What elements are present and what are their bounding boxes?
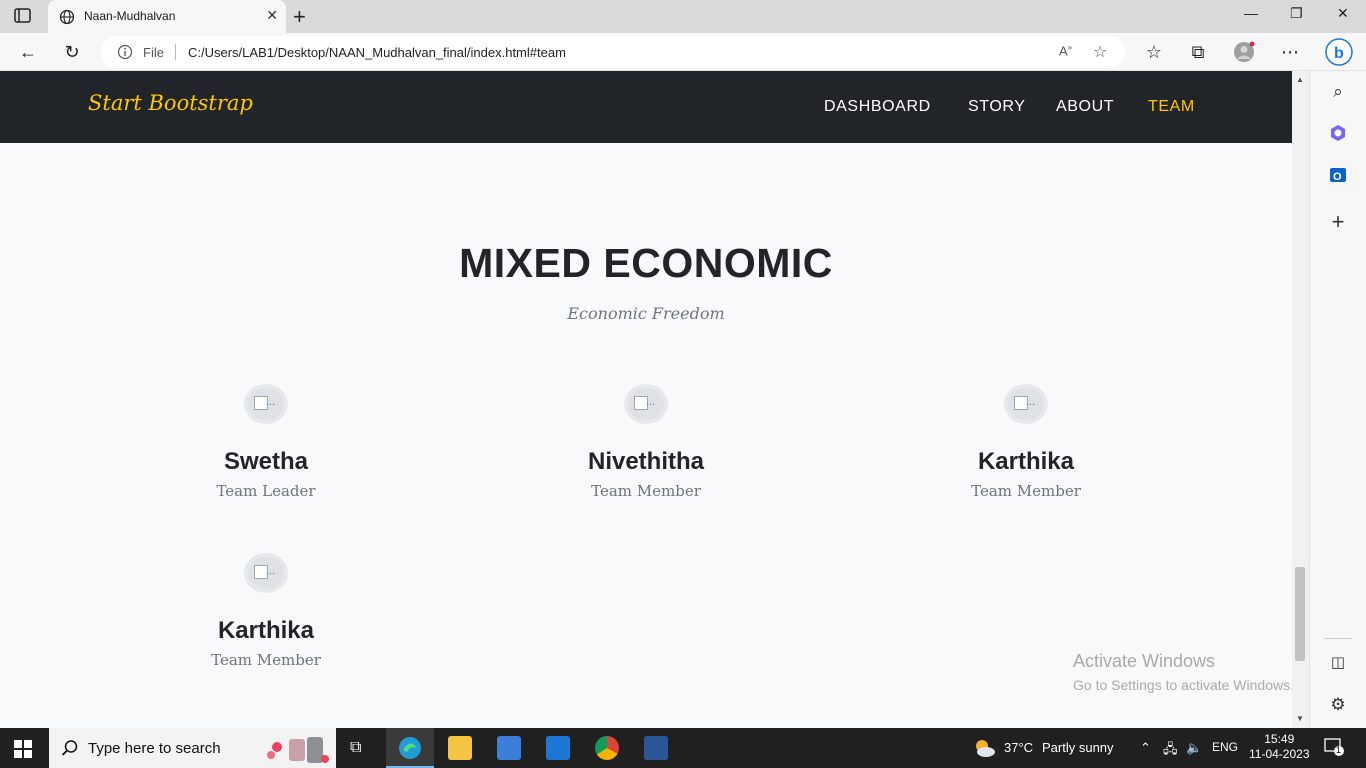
task-view-icon[interactable]: ⧉ — [350, 739, 361, 757]
info-icon[interactable] — [117, 44, 133, 60]
avatar-alt-text: ... — [1026, 396, 1036, 408]
team-member-card: ... Karthika Team Member — [876, 384, 1176, 514]
address-scheme: File — [143, 45, 164, 60]
address-bar[interactable]: File C:/Users/LAB1/Desktop/NAAN_Mudhalva… — [101, 36, 1125, 68]
search-highlight-image — [267, 737, 329, 763]
edge-icon — [399, 737, 421, 759]
svg-text:O: O — [1333, 171, 1342, 183]
avatar-alt-text: ... — [266, 396, 276, 408]
windows-taskbar: Type here to search ⧉ 37°C Partly sunny … — [0, 728, 1366, 768]
nav-about[interactable]: ABOUT — [1056, 98, 1114, 116]
more-menu-icon[interactable]: ⋯ — [1279, 41, 1301, 63]
microsoft-store-icon[interactable] — [497, 736, 521, 760]
page-scrollbar[interactable]: ▲ ▼ — [1292, 71, 1309, 728]
nav-team[interactable]: TEAM — [1148, 98, 1195, 116]
taskbar-clock[interactable]: 15:49 11-04-2023 — [1249, 732, 1310, 762]
avatar-alt-text: ... — [646, 396, 656, 408]
activation-watermark-subtitle: Go to Settings to activate Windows. — [1073, 677, 1294, 693]
volume-icon[interactable]: 🔈 — [1186, 740, 1202, 756]
browser-tab-bar: Naan-Mudhalvan ✕ + — ❐ ✕ — [0, 0, 1366, 33]
web-page: Start Bootstrap DASHBOARD STORY ABOUT TE… — [0, 71, 1292, 728]
add-sidebar-app-icon[interactable]: + — [1327, 211, 1349, 233]
scroll-thumb[interactable] — [1295, 567, 1305, 661]
restore-icon[interactable]: ❐ — [1290, 5, 1303, 22]
address-url[interactable]: C:/Users/LAB1/Desktop/NAAN_Mudhalvan_fin… — [188, 45, 566, 60]
site-brand[interactable]: Start Bootstrap — [88, 91, 253, 115]
search-icon — [61, 740, 78, 756]
gear-icon[interactable]: ⚙ — [1327, 694, 1349, 716]
site-navbar: Start Bootstrap DASHBOARD STORY ABOUT TE… — [0, 71, 1292, 143]
close-window-icon[interactable]: ✕ — [1337, 5, 1349, 22]
nav-story[interactable]: STORY — [968, 98, 1026, 116]
notification-count: 1 — [1336, 745, 1342, 755]
profile-avatar[interactable] — [1233, 41, 1255, 63]
hide-sidebar-icon[interactable]: ◫ — [1327, 652, 1349, 674]
collections-icon[interactable]: ⧉ — [1187, 41, 1209, 63]
member-role: Team Member — [971, 482, 1081, 500]
section-subheading: Economic Freedom — [567, 304, 725, 323]
close-tab-icon[interactable]: ✕ — [266, 7, 278, 24]
search-placeholder: Type here to search — [88, 740, 221, 757]
refresh-icon[interactable]: ↻ — [61, 41, 83, 63]
activation-watermark-title: Activate Windows — [1073, 651, 1216, 671]
network-icon[interactable]: 🖧 — [1163, 740, 1178, 762]
outlook-icon[interactable]: O — [1327, 165, 1349, 187]
language-indicator[interactable]: ENG — [1212, 740, 1238, 754]
mail-icon[interactable] — [546, 736, 570, 760]
taskbar-edge-active[interactable] — [386, 728, 434, 768]
notification-icon[interactable]: 1 — [1324, 738, 1344, 756]
word-icon[interactable] — [644, 736, 668, 760]
member-avatar: ... — [244, 384, 288, 424]
scroll-up-icon[interactable]: ▲ — [1296, 75, 1304, 84]
team-member-card: ... Nivethitha Team Member — [496, 384, 796, 514]
microsoft365-icon[interactable] — [1327, 123, 1349, 145]
favorites-icon[interactable]: ☆ — [1143, 41, 1165, 63]
back-icon[interactable]: ← — [17, 41, 39, 63]
globe-icon — [59, 9, 75, 25]
minimize-icon[interactable]: — — [1244, 5, 1258, 21]
member-name: Karthika — [217, 617, 315, 644]
sidebar-divider — [1324, 638, 1352, 639]
tab-actions-icon[interactable] — [12, 7, 34, 25]
windows-start-icon[interactable] — [14, 740, 32, 758]
scroll-down-icon[interactable]: ▼ — [1296, 714, 1304, 723]
clock-date: 11-04-2023 — [1249, 747, 1310, 761]
add-favorite-icon[interactable]: ☆ — [1093, 42, 1107, 62]
member-name: Nivethitha — [587, 448, 704, 475]
taskbar-search-box[interactable]: Type here to search — [49, 728, 336, 768]
member-role: Team Member — [211, 651, 321, 669]
member-name: Swetha — [223, 448, 309, 475]
member-avatar: ... — [244, 553, 288, 593]
chrome-icon[interactable] — [595, 736, 619, 760]
weather-icon[interactable] — [972, 736, 996, 765]
new-tab-icon[interactable]: + — [293, 4, 306, 30]
weather-description[interactable]: Partly sunny — [1042, 740, 1114, 755]
chevron-up-icon[interactable]: ⌃ — [1140, 740, 1151, 756]
team-member-card: ... Karthika Team Member — [116, 553, 416, 683]
edge-sidebar: ⌕ O + ◫ ⚙ — [1309, 71, 1366, 728]
member-name: Karthika — [977, 448, 1075, 475]
svg-text:b: b — [1334, 45, 1344, 62]
tab-title: Naan-Mudhalvan — [84, 9, 176, 23]
clock-time: 15:49 — [1264, 732, 1295, 746]
team-member-card: ... Swetha Team Leader — [116, 384, 416, 514]
bing-copilot-icon[interactable]: b — [1325, 38, 1353, 66]
search-icon[interactable]: ⌕ — [1327, 81, 1349, 103]
section-heading: MIXED ECONOMIC — [459, 240, 833, 286]
nav-dashboard[interactable]: DASHBOARD — [824, 98, 931, 116]
member-role: Team Member — [591, 482, 701, 500]
member-role: Team Leader — [216, 482, 316, 500]
browser-tab[interactable]: Naan-Mudhalvan ✕ — [48, 0, 286, 33]
member-avatar: ... — [624, 384, 668, 424]
file-explorer-icon[interactable] — [448, 736, 472, 760]
weather-temperature[interactable]: 37°C — [1004, 740, 1033, 755]
address-divider — [175, 44, 176, 60]
read-aloud-icon[interactable]: A» — [1059, 43, 1072, 58]
browser-toolbar: ← ↻ File C:/Users/LAB1/Desktop/NAAN_Mudh… — [0, 33, 1366, 71]
member-avatar: ... — [1004, 384, 1048, 424]
avatar-alt-text: ... — [266, 565, 276, 577]
